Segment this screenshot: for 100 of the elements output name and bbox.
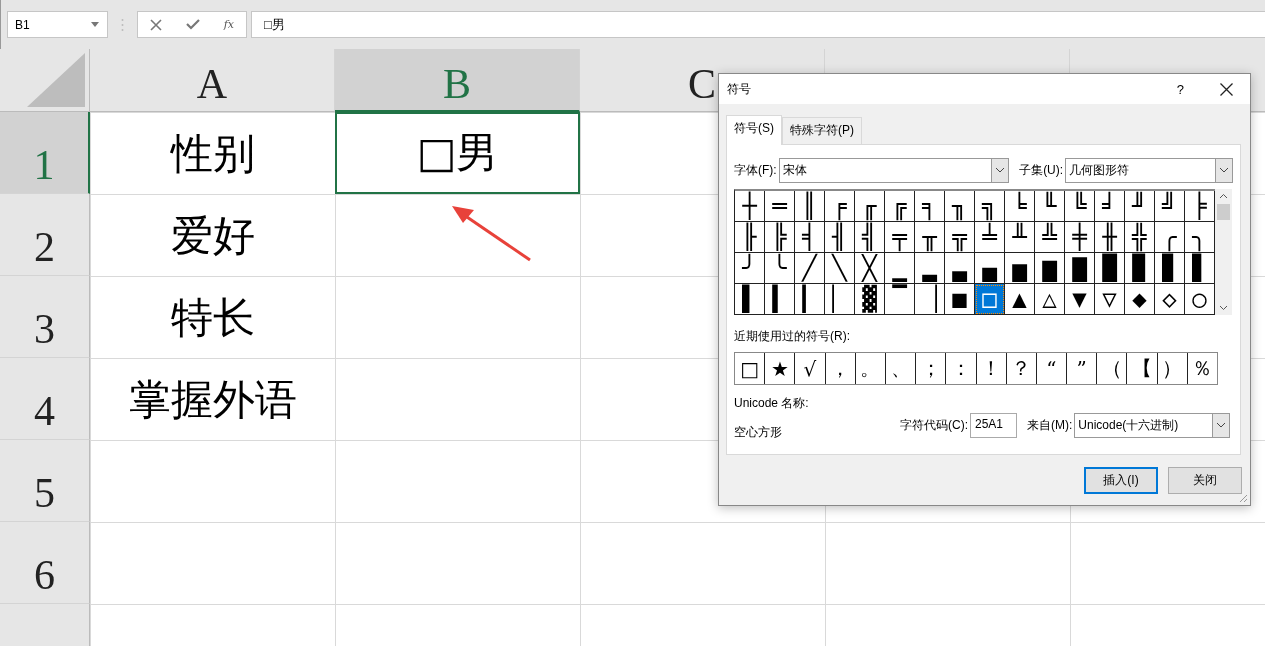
symbol-cell[interactable]: ╚ (1065, 191, 1095, 222)
symbol-cell[interactable]: ▃ (945, 253, 975, 284)
symbol-cell[interactable]: ▁ (885, 253, 915, 284)
symbol-cell[interactable]: ▼ (1065, 284, 1095, 315)
symbol-cell[interactable]: ◆ (1125, 284, 1155, 315)
symbol-cell[interactable]: □ (975, 284, 1005, 315)
symbol-cell[interactable]: ▂ (915, 253, 945, 284)
symbol-cell[interactable]: ╰ (765, 253, 795, 284)
dialog-button[interactable]: 关闭 (1168, 467, 1242, 494)
row-header[interactable]: 2 (0, 194, 90, 276)
symbol-cell[interactable]: ╝ (1155, 191, 1185, 222)
symbol-cell[interactable]: ╡ (795, 222, 825, 253)
symbol-cell[interactable]: ▎ (795, 284, 825, 315)
symbol-cell[interactable]: ╘ (1005, 191, 1035, 222)
symbol-cell[interactable]: ▽ (1095, 284, 1125, 315)
symbol-cell[interactable]: ┼ (735, 191, 765, 222)
table-cell: □男 (335, 112, 580, 194)
symbol-cell[interactable]: ╢ (825, 222, 855, 253)
row-header[interactable]: 1 (0, 112, 90, 194)
resize-grip-icon[interactable] (1239, 494, 1248, 503)
symbol-cell[interactable]: ╗ (975, 191, 1005, 222)
row-header[interactable]: 4 (0, 358, 90, 440)
row-header[interactable]: 6 (0, 522, 90, 604)
symbol-cell[interactable]: ╖ (945, 191, 975, 222)
subset-dropdown[interactable]: 几何图形符 (1065, 157, 1233, 183)
character-code-field[interactable]: 25A1 (970, 412, 1017, 438)
scroll-up-icon[interactable] (1219, 193, 1228, 199)
dialog-button[interactable]: 插入(I) (1084, 467, 1158, 494)
grip-icon (121, 17, 124, 32)
symbol-cell[interactable]: ╟ (735, 222, 765, 253)
symbol-cell[interactable]: ╛ (1095, 191, 1125, 222)
chevron-down-icon[interactable] (995, 167, 1006, 173)
insert-function-button[interactable]: fx (223, 18, 235, 31)
symbol-cell[interactable]: ╨ (1005, 222, 1035, 253)
symbol-cell[interactable]: ╭ (1155, 222, 1185, 253)
from-label: 来自(M): (1027, 416, 1073, 434)
tab[interactable]: 符号(S) (726, 115, 782, 145)
symbol-cell[interactable]: ╓ (855, 191, 885, 222)
symbol-cell[interactable]: ╬ (1125, 222, 1155, 253)
symbol-cell[interactable]: ╯ (735, 253, 765, 284)
symbol-cell[interactable]: ◇ (1155, 284, 1185, 315)
symbol-cell[interactable]: ╙ (1035, 191, 1065, 222)
chevron-down-icon[interactable] (1216, 422, 1227, 428)
row-header[interactable]: 3 (0, 276, 90, 358)
tab[interactable]: 特殊字符(P) (782, 117, 862, 144)
row-header[interactable]: 5 (0, 440, 90, 522)
cancel-icon[interactable] (149, 18, 162, 31)
symbol-cell[interactable]: ▅ (1005, 253, 1035, 284)
from-dropdown[interactable]: Unicode(十六进制) (1074, 412, 1231, 438)
dropdown-arrow-icon[interactable] (91, 22, 99, 27)
symbol-cell[interactable]: ╕ (915, 191, 945, 222)
symbol-cell[interactable]: ╩ (1035, 222, 1065, 253)
cell-reference: B1 (15, 17, 30, 32)
recent-symbols-label: 近期使用过的符号(R): (734, 328, 851, 345)
symbol-cell[interactable]: ╪ (1065, 222, 1095, 253)
symbol-cell[interactable]: ╧ (975, 222, 1005, 253)
unicode-name: 空心方形 (734, 424, 783, 441)
symbol-cell[interactable]: ╲ (825, 253, 855, 284)
symbol-cell[interactable]: ▌ (735, 284, 765, 315)
symbol-cell[interactable]: █ (1095, 253, 1125, 284)
symbol-cell[interactable]: ╦ (945, 222, 975, 253)
symbol-cell[interactable]: ▔ (885, 284, 915, 315)
column-header[interactable]: A (90, 49, 335, 112)
symbol-cell[interactable]: ╫ (1095, 222, 1125, 253)
symbol-cell[interactable]: ▲ (1005, 284, 1035, 315)
symbol-cell[interactable]: ╤ (885, 222, 915, 253)
scroll-thumb[interactable] (1217, 204, 1230, 220)
symbol-cell[interactable]: ▆ (1035, 253, 1065, 284)
symbol-cell[interactable]: ╜ (1125, 191, 1155, 222)
close-icon[interactable] (1220, 82, 1233, 96)
symbol-cell[interactable]: △ (1035, 284, 1065, 315)
symbol-cell[interactable]: ▉ (1125, 253, 1155, 284)
symbol-cell[interactable]: ╠ (765, 222, 795, 253)
symbol-cell[interactable]: ▓ (855, 284, 885, 315)
symbol-cell[interactable]: ╒ (825, 191, 855, 222)
symbol-cell[interactable]: ╥ (915, 222, 945, 253)
symbol-cell[interactable]: ▏ (825, 284, 855, 315)
font-dropdown[interactable]: 宋体 (778, 157, 1010, 183)
recent-symbol[interactable]: ％ (1187, 353, 1217, 384)
symbol-cell[interactable]: ╣ (855, 222, 885, 253)
symbol-cell[interactable]: ▇ (1065, 253, 1095, 284)
symbol-cell[interactable]: ▊ (1155, 253, 1185, 284)
help-button[interactable]: ? (1176, 81, 1184, 97)
subset-label: 子集(U): (1019, 161, 1064, 179)
scrollbar[interactable] (1215, 189, 1232, 315)
chevron-down-icon[interactable] (1219, 167, 1229, 173)
unicode-name-label: Unicode 名称: (734, 395, 810, 412)
check-icon[interactable] (185, 19, 200, 30)
symbol-cell[interactable]: ╔ (885, 191, 915, 222)
scroll-down-icon[interactable] (1219, 305, 1228, 311)
symbol-cell[interactable]: ║ (795, 191, 825, 222)
name-box[interactable]: B1 (7, 11, 108, 38)
formula-input[interactable]: □男 (251, 11, 1265, 38)
symbol-cell[interactable]: ▍ (765, 284, 795, 315)
symbol-cell[interactable]: ═ (765, 191, 795, 222)
character-code-label: 字符代码(C): (900, 416, 968, 434)
column-header[interactable]: B (335, 49, 580, 112)
symbol-cell[interactable]: ╳ (855, 253, 885, 284)
symbol-cell[interactable]: ╱ (795, 253, 825, 284)
symbol-cell[interactable]: ▕ (915, 284, 945, 315)
